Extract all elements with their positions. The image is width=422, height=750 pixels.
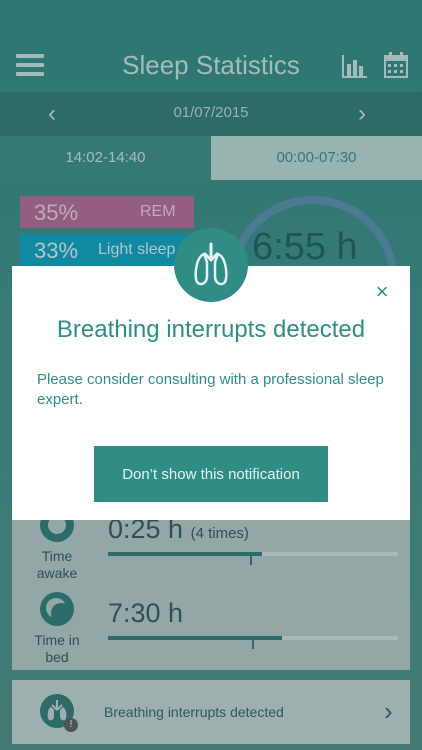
- lungs-icon: [174, 228, 248, 302]
- dont-show-notification-button[interactable]: Don’t show this notification: [94, 446, 328, 502]
- dialog-message: Please consider consulting with a profes…: [37, 371, 384, 408]
- close-icon[interactable]: ×: [372, 281, 392, 303]
- breathing-alert-dialog: × Breathing interrupts detected Please c…: [12, 266, 410, 520]
- dialog-title: Breathing interrupts detected: [56, 316, 366, 343]
